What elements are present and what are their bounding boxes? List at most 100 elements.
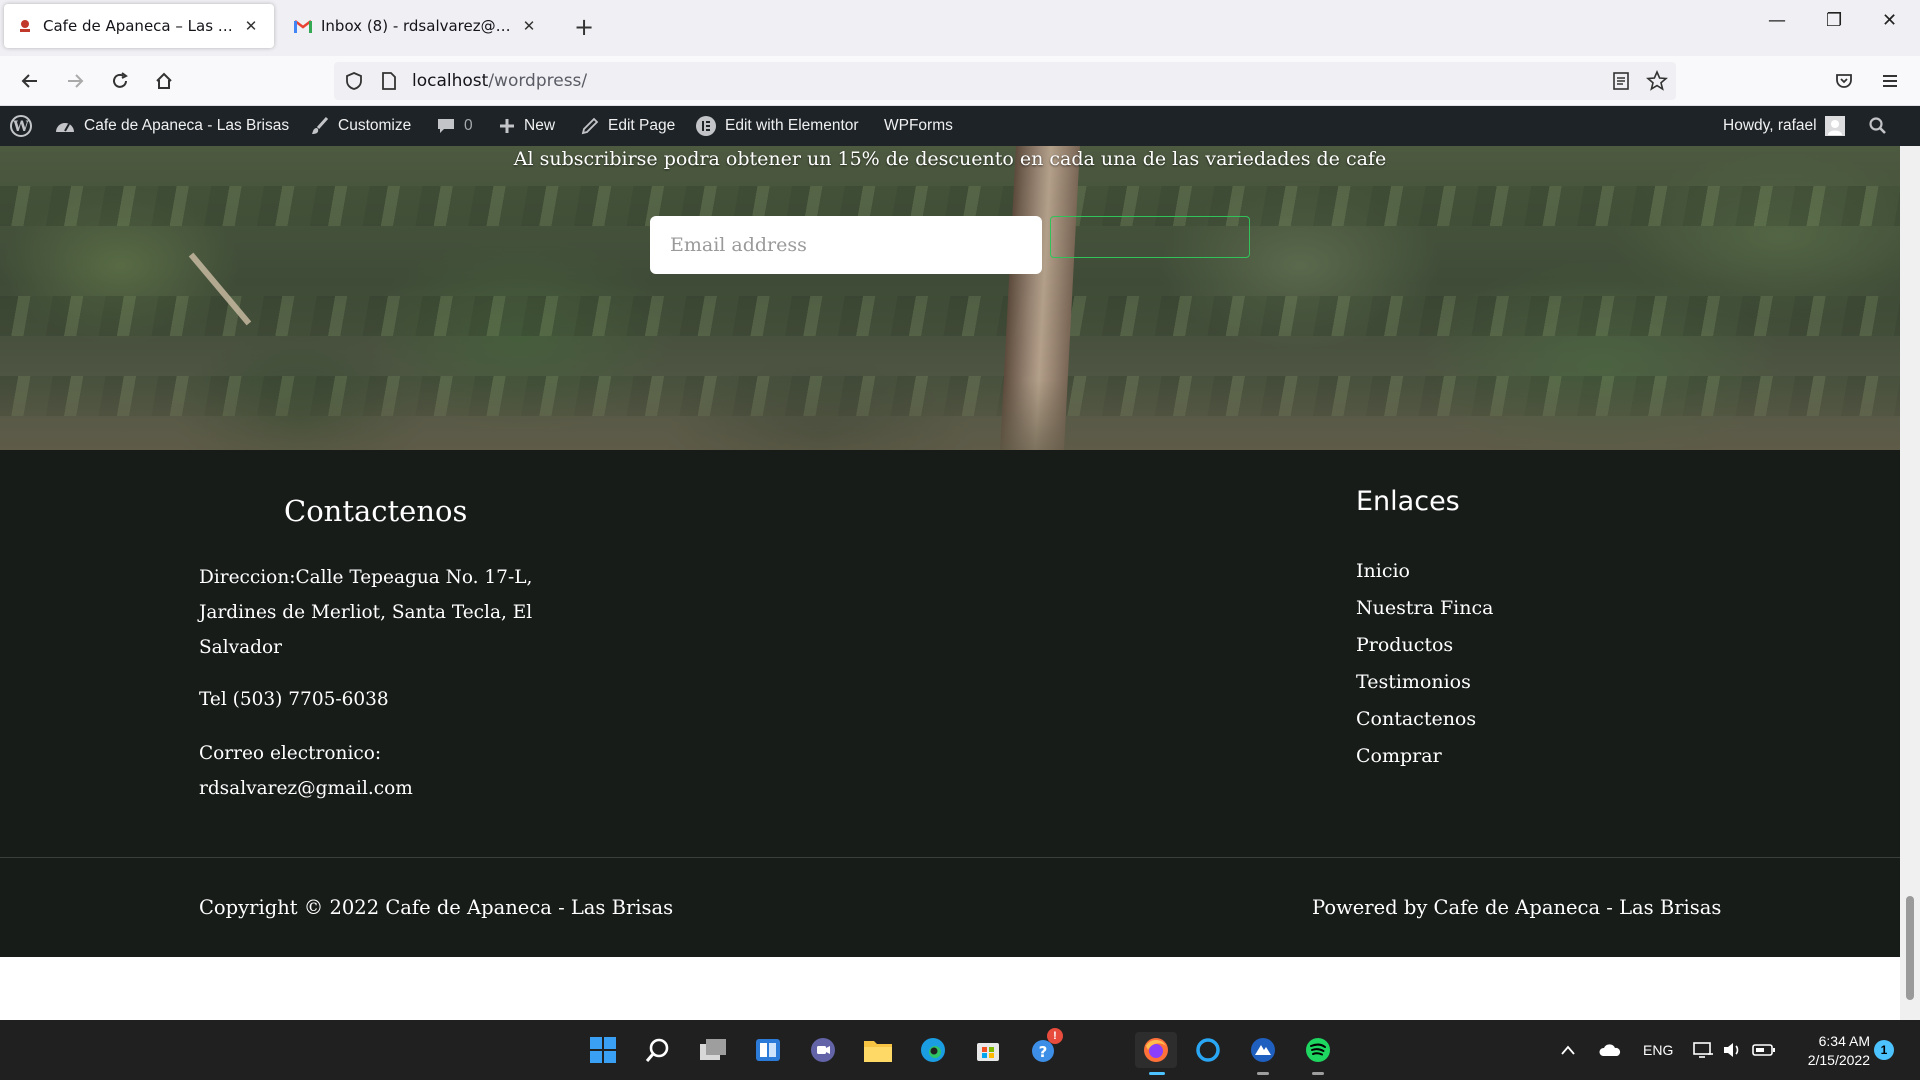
taskbar-search-icon[interactable] — [640, 1032, 676, 1068]
comments-count: 0 — [464, 117, 473, 134]
gmail-icon — [294, 17, 312, 35]
footer-link-productos[interactable]: Productos — [1356, 634, 1453, 656]
dashboard-icon — [56, 123, 74, 132]
wpforms-link[interactable]: WPForms — [884, 106, 953, 146]
scrollbar-thumb[interactable] — [1906, 896, 1914, 1000]
windows-start-icon[interactable] — [585, 1032, 621, 1068]
tab-cafe-apaneca[interactable]: Cafe de Apaneca – Las Brisas – W ✕ — [4, 4, 274, 48]
system-clock[interactable]: 6:34 AM 2/15/2022 — [1790, 1032, 1870, 1070]
volume-icon[interactable] — [1722, 1020, 1742, 1080]
contact-address: Direccion:Calle Tepeagua No. 17-L, Jardi… — [199, 567, 533, 658]
footer-link-comprar[interactable]: Comprar — [1356, 745, 1442, 767]
site-footer: Contactenos Direccion:Calle Tepeagua No.… — [0, 450, 1900, 957]
notification-badge[interactable]: 1 — [1874, 1040, 1894, 1060]
vpn-app-icon[interactable] — [1245, 1032, 1281, 1068]
edge-icon[interactable] — [915, 1032, 951, 1068]
url-bar[interactable]: localhost/wordpress/ — [334, 62, 1676, 100]
url-text: localhost/wordpress/ — [412, 71, 587, 91]
howdy-label: Howdy, rafael — [1723, 117, 1817, 134]
clock-time: 6:34 AM — [1818, 1033, 1870, 1049]
elementor-icon — [696, 116, 716, 136]
battery-icon[interactable] — [1752, 1020, 1776, 1080]
restore-icon[interactable]: ❐ — [1826, 10, 1842, 31]
tab-gmail-inbox[interactable]: Inbox (8) - rdsalvarez@gmail.com ✕ — [282, 4, 552, 48]
contact-phone: Tel (503) 7705-6038 — [199, 689, 389, 710]
contact-email: rdsalvarez@gmail.com — [199, 778, 413, 799]
ground — [0, 380, 1900, 450]
edit-page-link[interactable]: Edit Page — [580, 106, 675, 146]
footer-link-contactenos[interactable]: Contactenos — [1356, 708, 1476, 730]
paintbrush-icon — [312, 116, 329, 134]
window-close-icon[interactable]: ✕ — [1882, 10, 1897, 31]
reload-icon[interactable] — [106, 67, 134, 95]
svg-text:W: W — [12, 119, 29, 135]
new-tab-button[interactable]: + — [574, 14, 594, 40]
wpforms-label: WPForms — [884, 117, 953, 134]
footer-link-testimonios[interactable]: Testimonios — [1356, 671, 1471, 693]
home-icon[interactable] — [150, 67, 178, 95]
minimize-icon[interactable]: — — [1768, 10, 1786, 31]
new-content-link[interactable]: New — [498, 106, 555, 146]
tab-close-icon[interactable]: ✕ — [240, 17, 262, 35]
contact-email-label: Correo electronico: — [199, 743, 382, 764]
customize-label: Customize — [338, 117, 412, 134]
file-explorer-icon[interactable] — [860, 1032, 896, 1068]
bookmark-star-icon[interactable] — [1646, 69, 1668, 96]
foliage-texture — [0, 296, 1900, 336]
tab-title: Inbox (8) - rdsalvarez@gmail.com — [321, 17, 518, 35]
help-badge: ! — [1047, 1028, 1063, 1044]
language-indicator[interactable]: ENG — [1643, 1020, 1673, 1080]
pocket-icon[interactable] — [1830, 67, 1858, 95]
links-heading: Enlaces — [1356, 486, 1460, 517]
customize-link[interactable]: Customize — [310, 106, 411, 146]
microsoft-store-icon[interactable] — [970, 1032, 1006, 1068]
comment-bubble-icon — [438, 119, 454, 133]
new-label: New — [524, 117, 556, 134]
shield-icon[interactable] — [344, 71, 364, 95]
task-view-icon[interactable] — [695, 1032, 731, 1068]
tray-overflow-icon[interactable] — [1560, 1020, 1576, 1080]
footer-link-nuestra-finca[interactable]: Nuestra Finca — [1356, 597, 1493, 619]
url-host: localhost — [412, 71, 489, 91]
spotify-icon[interactable] — [1300, 1032, 1336, 1068]
email-input[interactable] — [650, 216, 1042, 274]
svg-text:?: ? — [1039, 1043, 1048, 1061]
subscribe-hero: Al subscribirse podra obtener un 15% de … — [0, 146, 1900, 450]
search-icon[interactable] — [1868, 106, 1896, 146]
network-icon[interactable] — [1692, 1020, 1714, 1080]
subscribe-text: Al subscribirse podra obtener un 15% de … — [513, 148, 1387, 170]
tab-close-icon[interactable]: ✕ — [518, 17, 540, 35]
site-name-link[interactable]: Cafe de Apaneca - Las Brisas — [54, 106, 289, 146]
teams-chat-icon[interactable] — [805, 1032, 841, 1068]
subscribe-button[interactable] — [1050, 216, 1250, 258]
page-icon — [380, 71, 398, 95]
comments-link[interactable]: 0 — [436, 106, 473, 146]
coffee-site-icon — [16, 17, 34, 35]
firefox-icon[interactable] — [1135, 1032, 1177, 1068]
footer-link-inicio[interactable]: Inicio — [1356, 560, 1410, 582]
get-help-icon[interactable]: ? ! — [1025, 1028, 1063, 1068]
reader-view-icon[interactable] — [1612, 71, 1630, 95]
wordpress-logo-icon[interactable]: W — [9, 106, 41, 146]
wp-admin-bar: W Cafe de Apaneca - Las Brisas Customize… — [0, 106, 1920, 146]
my-account-link[interactable]: Howdy, rafael — [1723, 106, 1845, 146]
contact-heading: Contactenos — [284, 494, 468, 528]
firefox-running-indicator — [1149, 1072, 1165, 1075]
cortana-icon[interactable] — [1190, 1032, 1226, 1068]
edit-elementor-link[interactable]: Edit with Elementor — [695, 106, 859, 146]
edit-elementor-label: Edit with Elementor — [725, 117, 859, 134]
onedrive-icon[interactable] — [1599, 1020, 1621, 1080]
menu-icon[interactable] — [1876, 67, 1904, 95]
clock-date: 2/15/2022 — [1807, 1052, 1870, 1068]
url-path: /wordpress/ — [488, 71, 588, 91]
browser-toolbar: localhost/wordpress/ — [0, 56, 1920, 106]
page-scrollbar[interactable] — [1900, 146, 1920, 1020]
back-icon[interactable] — [16, 67, 44, 95]
copyright-text: Copyright © 2022 Cafe de Apaneca - Las B… — [199, 896, 674, 919]
site-name: Cafe de Apaneca - Las Brisas — [84, 117, 290, 134]
pencil-icon — [581, 117, 599, 135]
avatar — [1824, 116, 1845, 136]
forward-icon[interactable] — [61, 67, 89, 95]
plus-icon — [500, 119, 514, 133]
widgets-icon[interactable] — [750, 1032, 786, 1068]
